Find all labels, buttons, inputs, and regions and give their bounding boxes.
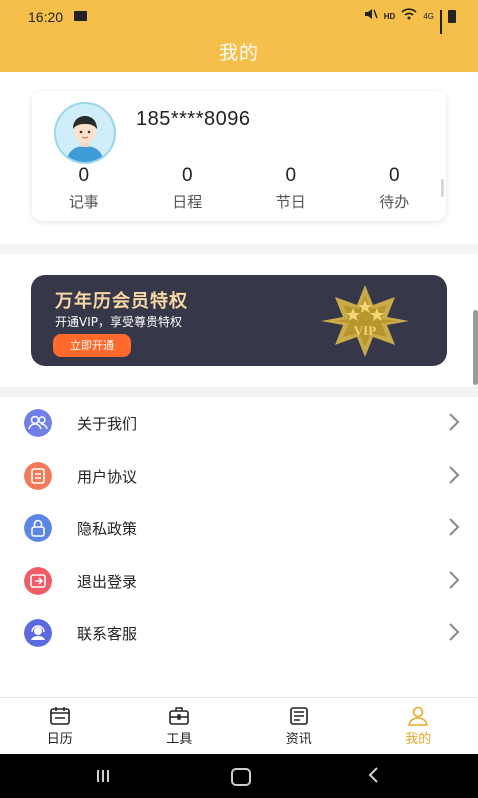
stat-label: 记事 [68, 193, 99, 211]
menu-item-customer-service[interactable]: 联系客服 [0, 607, 478, 660]
tab-label: 资讯 [285, 732, 312, 747]
chevron-right-icon [449, 413, 460, 431]
menu-label: 用户协议 [77, 467, 138, 486]
news-icon [289, 707, 308, 725]
headset-icon [24, 619, 52, 648]
open-vip-button[interactable]: 立即开通 [53, 334, 131, 357]
stat-value: 0 [181, 165, 193, 186]
menu-label: 关于我们 [77, 415, 138, 433]
stat-schedule[interactable]: 0 日程 [136, 163, 240, 217]
signal-icon [440, 10, 442, 41]
settings-menu: 关于我们 用户协议 隐私政策 退出登录 联系客服 [0, 397, 478, 660]
menu-label: 联系客服 [77, 625, 138, 644]
back-icon[interactable] [367, 767, 379, 783]
page-title: 我的 [218, 42, 259, 64]
system-nav-bar [0, 754, 478, 798]
menu-item-user-agreement[interactable]: 用户协议 [0, 450, 478, 503]
profile-card: 185****8096 0 记事 0 日程 0 节日 0 待办 [32, 91, 446, 221]
network-type: 4G [423, 11, 434, 21]
users-icon [24, 409, 52, 437]
status-icons: HD 4G [364, 8, 456, 41]
vip-badge-icon: VIP [321, 285, 409, 357]
chevron-right-icon [449, 623, 460, 642]
recent-apps-icon[interactable] [97, 770, 109, 782]
tab-tools[interactable]: 工具 [120, 698, 240, 755]
logout-icon [24, 566, 52, 595]
battery-icon [448, 9, 456, 23]
gallery-notification-icon [74, 11, 87, 21]
stat-todo[interactable]: 0 待办 [343, 163, 447, 217]
document-icon [24, 461, 52, 490]
menu-item-logout[interactable]: 退出登录 [0, 555, 478, 608]
section-divider [0, 387, 478, 397]
avatar[interactable] [54, 102, 116, 164]
stat-label: 待办 [379, 193, 410, 211]
lock-icon [24, 514, 52, 543]
section-divider [0, 244, 478, 254]
stat-notes[interactable]: 0 记事 [32, 163, 136, 217]
stat-value: 0 [78, 165, 90, 186]
status-time: 16:20 [28, 9, 64, 25]
status-bar: 16:20 HD 4G [0, 0, 478, 41]
vip-title: 万年历会员特权 [55, 291, 188, 312]
tab-label: 工具 [166, 732, 193, 747]
chevron-right-icon [449, 465, 460, 484]
menu-item-privacy-policy[interactable]: 隐私政策 [0, 502, 478, 555]
home-icon[interactable] [231, 768, 251, 786]
tab-label: 日历 [46, 732, 73, 747]
chevron-right-icon [449, 571, 460, 589]
stats-scrollbar [441, 179, 444, 197]
menu-item-about-us[interactable]: 关于我们 [0, 397, 478, 450]
bottom-tab-bar: 日历 工具 资讯 我的 [0, 697, 478, 755]
stat-label: 节日 [275, 193, 306, 211]
vip-subtitle: 开通VIP，享受尊贵特权 [55, 315, 182, 329]
chevron-right-icon [449, 518, 460, 536]
stat-value: 0 [285, 165, 297, 186]
vip-badge-text: VIP [354, 323, 376, 338]
menu-label: 隐私政策 [77, 520, 138, 539]
hd-icon: HD [383, 11, 396, 21]
page-scrollbar[interactable] [473, 310, 478, 385]
title-bar: 我的 [0, 34, 478, 72]
vip-banner[interactable]: 万年历会员特权 开通VIP，享受尊贵特权 立即开通 VIP [31, 275, 447, 366]
toolbox-icon [169, 707, 190, 725]
stats-row: 0 记事 0 日程 0 节日 0 待办 [32, 163, 446, 217]
stat-label: 日程 [172, 193, 203, 211]
wifi-icon [401, 8, 417, 24]
tab-label: 我的 [405, 732, 432, 747]
tab-mine[interactable]: 我的 [359, 698, 478, 755]
user-icon [408, 706, 429, 726]
tab-news[interactable]: 资讯 [239, 698, 359, 755]
menu-label: 退出登录 [77, 572, 138, 591]
mute-icon [364, 8, 378, 24]
user-phone: 185****8096 [136, 108, 251, 130]
calendar-icon [49, 707, 70, 725]
tab-calendar[interactable]: 日历 [0, 698, 120, 755]
stat-festivals[interactable]: 0 节日 [239, 163, 343, 217]
stat-value: 0 [388, 165, 400, 186]
